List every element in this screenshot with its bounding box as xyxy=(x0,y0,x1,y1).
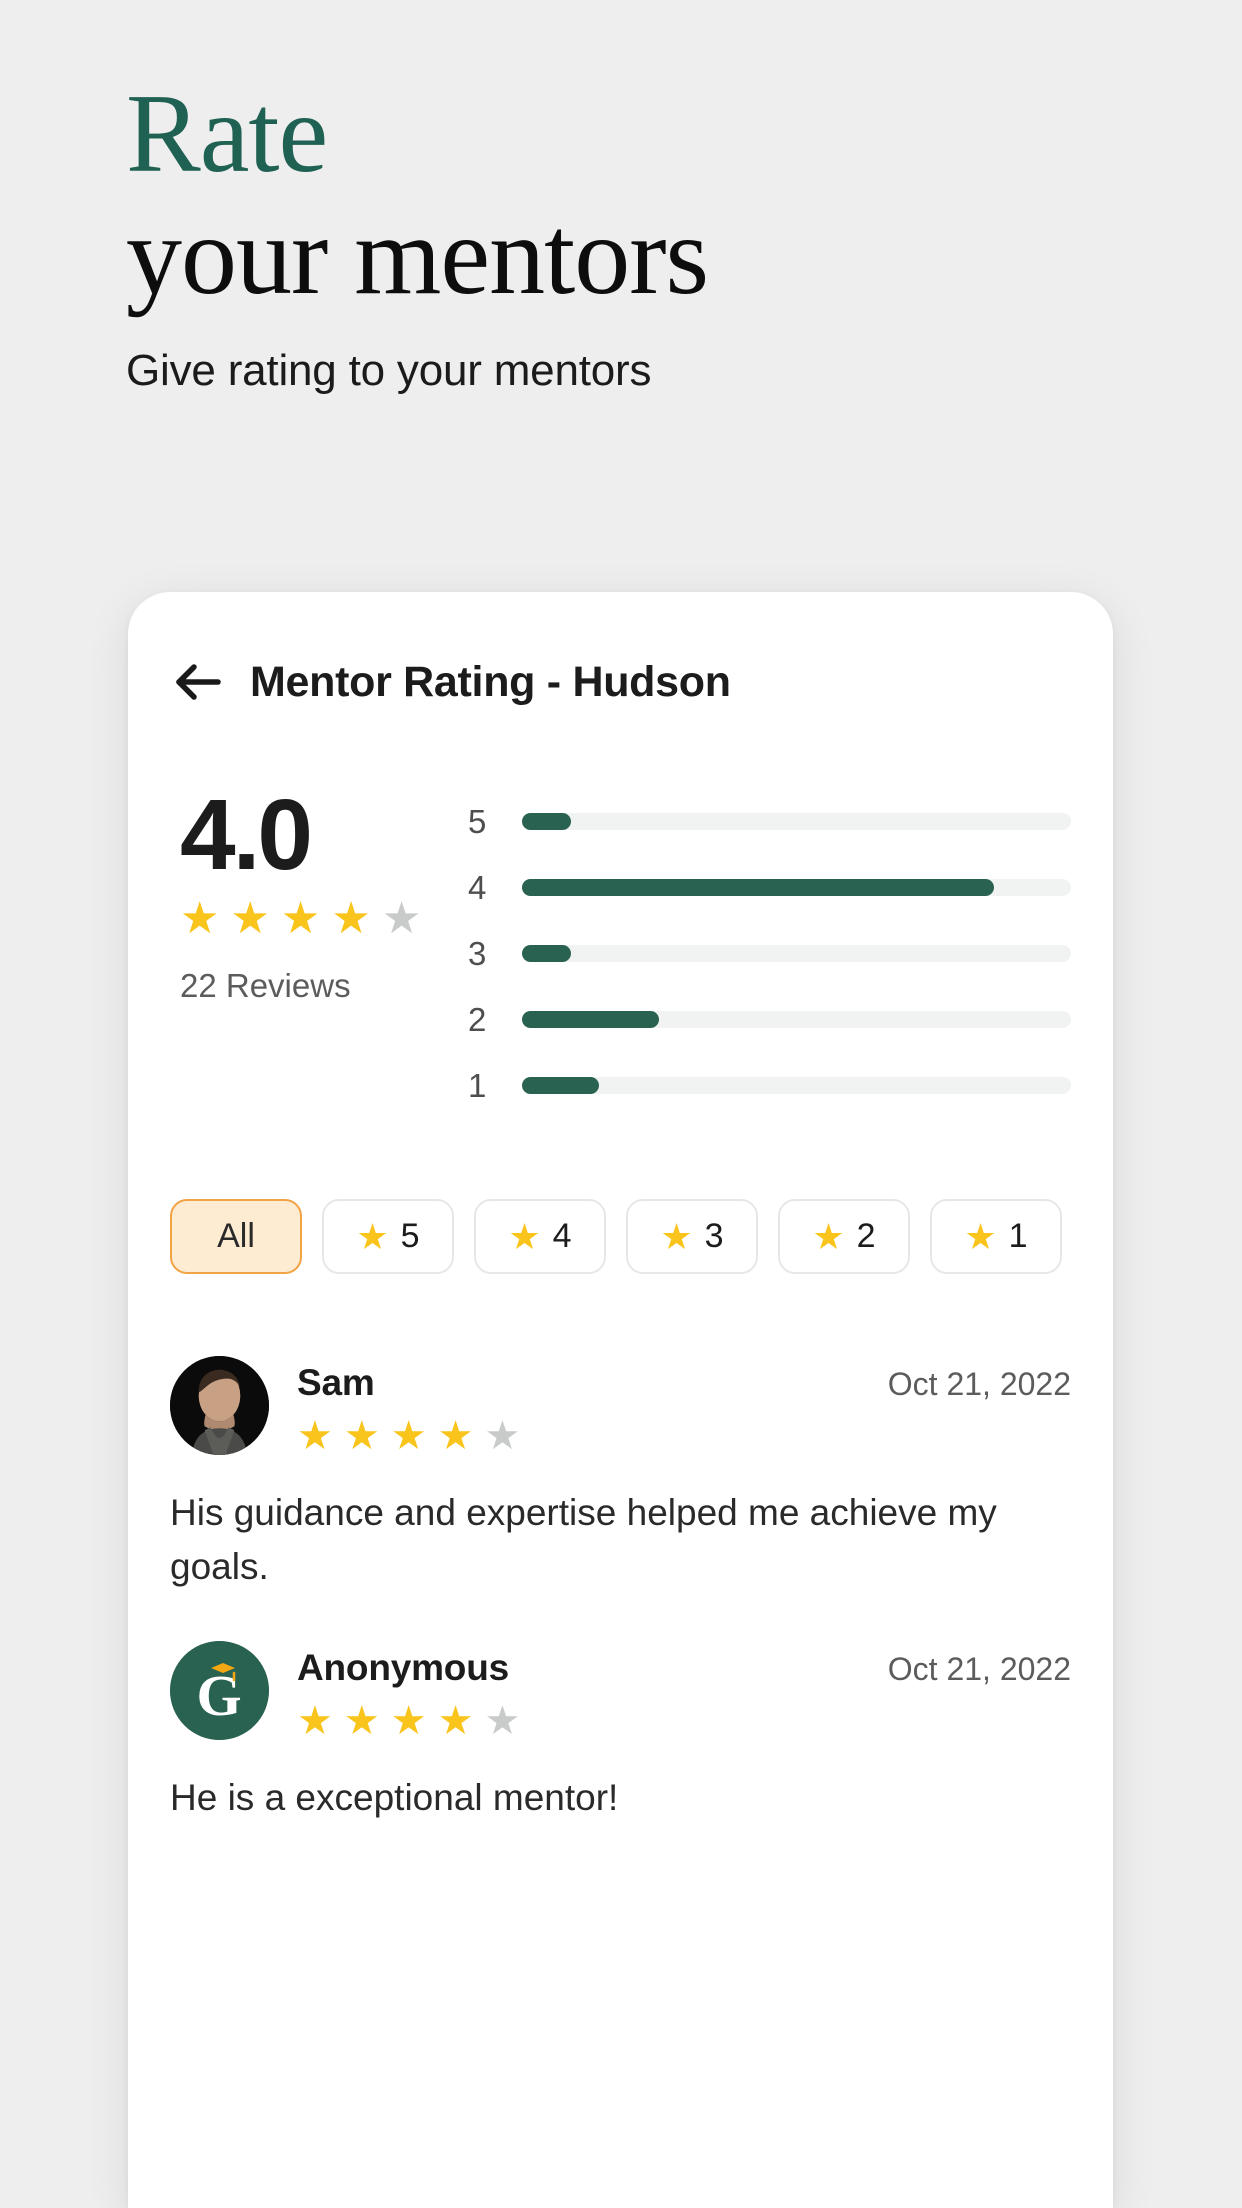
filter-chip-label: All xyxy=(217,1217,255,1255)
star-icon-filled: ★ xyxy=(331,894,371,943)
arrow-left-icon xyxy=(175,662,221,702)
avatar: G xyxy=(170,1641,269,1741)
filter-chip-label: 3 xyxy=(704,1217,724,1255)
star-icon-filled: ★ xyxy=(180,894,220,943)
rating-filter-chips: All ★ 5 ★ 4 ★ 3 ★ 2 ★ 1 xyxy=(128,1109,1113,1274)
graduation-g-logo-icon: G xyxy=(170,1641,269,1741)
back-button[interactable] xyxy=(170,654,226,710)
filter-chip-3[interactable]: ★ 3 xyxy=(626,1199,758,1274)
score-column: 4.0 ★ ★ ★ ★ ★ 22 Reviews xyxy=(170,779,468,1109)
star-icon-filled: ★ xyxy=(390,1414,427,1458)
reviews-count-label: 22 Reviews xyxy=(180,967,351,1004)
filter-chip-label: 2 xyxy=(856,1217,876,1255)
review-header: Sam Oct 21, 2022 ★ ★ ★ ★ ★ xyxy=(170,1356,1071,1456)
histogram-label: 1 xyxy=(468,1066,487,1104)
star-icon: ★ xyxy=(660,1215,693,1257)
reviews-list: Sam Oct 21, 2022 ★ ★ ★ ★ ★ His guidance … xyxy=(128,1274,1113,1825)
star-icon-filled: ★ xyxy=(343,1414,380,1458)
rating-summary: 4.0 ★ ★ ★ ★ ★ 22 Reviews 5 4 3 2 1 xyxy=(128,710,1113,1109)
star-icon: ★ xyxy=(356,1215,389,1257)
filter-chip-all[interactable]: All xyxy=(170,1199,302,1274)
star-icon-filled: ★ xyxy=(297,1699,333,1744)
star-icon-empty: ★ xyxy=(381,894,422,943)
average-score: 4.0 xyxy=(180,779,313,891)
histogram-fill xyxy=(522,945,572,962)
avatar-photo-icon xyxy=(170,1356,269,1455)
star-icon: ★ xyxy=(964,1215,997,1257)
review-top-row: Sam Oct 21, 2022 xyxy=(297,1362,1071,1404)
star-icon-filled: ★ xyxy=(437,1414,474,1458)
review-header: G Anonymous Oct 21, 2022 ★ ★ ★ ★ ★ xyxy=(170,1641,1071,1741)
review-text: His guidance and expertise helped me ach… xyxy=(170,1492,997,1587)
histogram-row: 2 xyxy=(468,996,1071,1043)
filter-chip-label: 1 xyxy=(1008,1217,1028,1255)
promo-subtitle: Give rating to your mentors xyxy=(126,346,652,396)
avatar xyxy=(170,1356,269,1455)
page-root: Rate your mentors Give rating to your me… xyxy=(0,0,1242,2208)
filter-chip-label: 5 xyxy=(400,1217,420,1255)
histogram-label: 2 xyxy=(468,1000,487,1038)
star-icon: ★ xyxy=(812,1215,845,1257)
star-icon-empty: ★ xyxy=(484,1414,521,1458)
star-icon-filled: ★ xyxy=(297,1414,333,1458)
filter-chip-label: 4 xyxy=(552,1217,572,1255)
review-text: He is a exceptional mentor! xyxy=(170,1777,619,1819)
rating-histogram: 5 4 3 2 1 xyxy=(468,788,1071,1109)
histogram-track xyxy=(522,1011,1071,1028)
review-star-row: ★ ★ ★ ★ ★ xyxy=(297,1416,1071,1456)
histogram-label: 4 xyxy=(468,868,487,906)
phone-screen-card: Mentor Rating - Hudson 4.0 ★ ★ ★ ★ ★ 22 … xyxy=(128,592,1113,2208)
star-icon-filled: ★ xyxy=(390,1699,427,1744)
filter-chip-4[interactable]: ★ 4 xyxy=(474,1199,606,1274)
histogram-track xyxy=(522,813,1071,830)
promo-title-line2: your mentors xyxy=(126,194,709,318)
page-title: Mentor Rating - Hudson xyxy=(250,657,731,706)
histogram-track xyxy=(522,1077,1071,1094)
histogram-row: 1 xyxy=(468,1062,1071,1109)
review-date: Oct 21, 2022 xyxy=(887,1366,1071,1402)
review-meta: Sam Oct 21, 2022 ★ ★ ★ ★ ★ xyxy=(297,1356,1071,1456)
promo-header: Rate your mentors Give rating to your me… xyxy=(126,78,1126,396)
star-icon-empty: ★ xyxy=(484,1699,521,1744)
star-icon-filled: ★ xyxy=(230,894,270,943)
average-star-row: ★ ★ ★ ★ ★ xyxy=(180,897,468,941)
histogram-fill xyxy=(522,1011,660,1028)
review-item: Sam Oct 21, 2022 ★ ★ ★ ★ ★ His guidance … xyxy=(170,1356,1071,1593)
review-meta: Anonymous Oct 21, 2022 ★ ★ ★ ★ ★ xyxy=(297,1641,1071,1741)
star-icon-filled: ★ xyxy=(437,1699,474,1744)
reviewer-name: Sam xyxy=(297,1362,375,1403)
filter-chip-1[interactable]: ★ 1 xyxy=(930,1199,1062,1274)
review-item: G Anonymous Oct 21, 2022 ★ ★ ★ ★ ★ He is… xyxy=(170,1641,1071,1825)
histogram-label: 5 xyxy=(468,802,487,840)
histogram-fill xyxy=(522,1077,599,1094)
filter-chip-5[interactable]: ★ 5 xyxy=(322,1199,454,1274)
app-bar: Mentor Rating - Hudson xyxy=(128,592,1113,710)
reviewer-name: Anonymous xyxy=(297,1647,509,1689)
histogram-row: 3 xyxy=(468,930,1071,977)
histogram-fill xyxy=(522,813,572,830)
histogram-fill xyxy=(522,879,995,896)
star-icon-filled: ★ xyxy=(343,1699,380,1744)
promo-title-line1: Rate xyxy=(126,72,328,196)
review-top-row: Anonymous Oct 21, 2022 xyxy=(297,1647,1071,1689)
filter-chip-2[interactable]: ★ 2 xyxy=(778,1199,910,1274)
histogram-row: 5 xyxy=(468,798,1071,845)
histogram-label: 3 xyxy=(468,934,487,972)
review-star-row: ★ ★ ★ ★ ★ xyxy=(297,1701,1071,1741)
star-icon: ★ xyxy=(508,1215,541,1257)
histogram-track xyxy=(522,945,1071,962)
star-icon-filled: ★ xyxy=(280,894,321,943)
histogram-track xyxy=(522,879,1071,896)
review-date: Oct 21, 2022 xyxy=(887,1651,1071,1688)
histogram-row: 4 xyxy=(468,864,1071,911)
